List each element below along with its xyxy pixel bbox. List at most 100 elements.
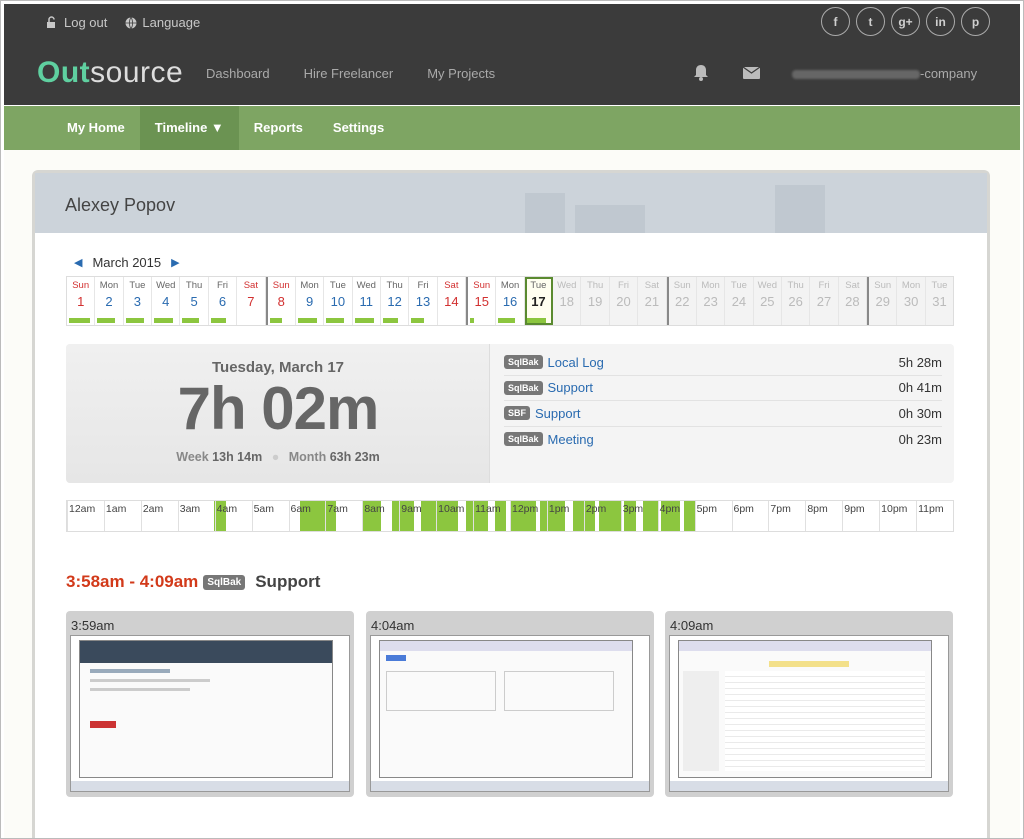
calendar-day[interactable]: Tue 24 (725, 277, 754, 325)
thumbnail-window (379, 640, 633, 778)
tab-settings[interactable]: Settings (318, 106, 399, 150)
next-month-icon[interactable]: ▶ (171, 256, 179, 269)
thumbnail-taskbar (371, 781, 649, 791)
activity-row: SBF Support 0h 30m (504, 401, 942, 427)
calendar-day[interactable]: Mon 30 (897, 277, 926, 325)
tab-reports[interactable]: Reports (239, 106, 318, 150)
thumbnail-taskbar (71, 781, 349, 791)
hourly-timeline[interactable]: 12am 1am 2am 3am 4am 5am 6am 7am 8am 9am 10am 11am 1… (66, 500, 954, 532)
language-link[interactable]: Language (125, 15, 200, 30)
calendar-day[interactable]: Tue 31 (925, 277, 954, 325)
facebook-icon[interactable]: f (821, 7, 850, 36)
calendar-day-name: Sun (72, 280, 90, 291)
card-header: Alexey Popov (35, 173, 987, 233)
skyline-decoration (525, 193, 565, 233)
screenshot-card[interactable]: 3:59am (66, 611, 354, 797)
calendar-day[interactable]: Tue 3 (124, 277, 153, 325)
calendar-day[interactable]: Mon 23 (696, 277, 726, 325)
calendar-day[interactable]: Sun 29 (867, 277, 898, 325)
thumbnail-header (380, 641, 632, 651)
calendar-day-name: Tue (329, 280, 346, 291)
bell-icon[interactable] (693, 64, 709, 81)
activity-row: SqlBak Meeting 0h 23m (504, 427, 942, 453)
activity-segment[interactable] (683, 501, 695, 531)
calendar-day[interactable]: Sat 7 (237, 277, 266, 325)
logout-link[interactable]: Log out (46, 15, 107, 30)
activity-time: 5h 28m (898, 354, 942, 370)
calendar-day[interactable]: Mon 9 (296, 277, 325, 325)
company-account[interactable]: -company (792, 66, 977, 81)
hour-tick (251, 501, 253, 531)
calendar-day[interactable]: Fri 13 (409, 277, 438, 325)
tab-timeline[interactable]: Timeline ▼ (139, 106, 239, 158)
thumbnail-list (725, 671, 925, 771)
calendar-day[interactable]: Mon 2 (95, 277, 124, 325)
calendar-day-name: Wed (557, 280, 577, 291)
screenshot-thumbnail[interactable] (370, 635, 650, 792)
hour-tick (768, 501, 770, 531)
calendar-day[interactable]: Sun 22 (666, 277, 697, 325)
hour-tick (103, 501, 105, 531)
calendar-day[interactable]: Sun 15 (466, 277, 497, 325)
activity-row: SqlBak Support 0h 41m (504, 376, 942, 401)
activity-segment[interactable] (642, 501, 658, 531)
calendar-day[interactable]: Tue 10 (324, 277, 353, 325)
calendar-day[interactable]: Sat 14 (438, 277, 467, 325)
calendar-day[interactable]: Sat 21 (638, 277, 667, 325)
prev-month-icon[interactable]: ◀ (74, 256, 82, 269)
calendar-day[interactable]: Sun 1 (67, 277, 96, 325)
calendar-day[interactable]: Sun 8 (265, 277, 296, 325)
calendar-day-number: 27 (816, 294, 832, 309)
calendar-day-name: Thu (787, 280, 804, 291)
mail-icon[interactable] (743, 67, 760, 79)
screenshot-thumbnail[interactable] (669, 635, 949, 792)
skyline-decoration (775, 185, 825, 233)
calendar-day[interactable]: Wed 18 (553, 277, 582, 325)
twitter-icon[interactable]: t (856, 7, 885, 36)
calendar-day[interactable]: Fri 20 (609, 277, 639, 325)
session-activity: Support (255, 572, 321, 591)
calendar-day-name: Sat (845, 280, 860, 291)
calendar-day-activity-bar (411, 318, 424, 323)
calendar-day-name: Mon (99, 280, 119, 291)
screenshot-card[interactable]: 4:09am (665, 611, 953, 797)
calendar-day[interactable]: Wed 4 (152, 277, 181, 325)
activity-link[interactable]: Local Log (548, 355, 604, 370)
screenshot-card[interactable]: 4:04am (366, 611, 654, 797)
calendar-day[interactable]: Sat 28 (838, 277, 868, 325)
calendar-day-number: 16 (502, 294, 518, 309)
logo[interactable]: Outsource (37, 56, 183, 90)
google-plus-icon[interactable]: g+ (891, 7, 920, 36)
calendar-day[interactable]: Thu 19 (581, 277, 610, 325)
main-nav: Dashboard Hire Freelancer My Projects (206, 66, 495, 81)
calendar-day[interactable]: Mon 16 (496, 277, 525, 325)
calendar-day[interactable]: Fri 6 (209, 277, 238, 325)
calendar-day[interactable]: Wed 11 (353, 277, 381, 325)
project-badge: SqlBak (504, 355, 543, 370)
calendar-day[interactable]: Wed 25 (753, 277, 782, 325)
calendar-day[interactable]: Fri 27 (810, 277, 839, 325)
calendar-day[interactable]: Tue 17 (524, 277, 554, 325)
linkedin-icon[interactable]: in (926, 7, 955, 36)
calendar-day-name: Mon (701, 280, 720, 291)
activity-link[interactable]: Support (535, 406, 581, 421)
pinterest-icon[interactable]: p (961, 7, 990, 36)
activity-link[interactable]: Meeting (548, 432, 594, 447)
tab-my-home[interactable]: My Home (52, 106, 140, 150)
thumbnail-text (90, 679, 210, 682)
nav-my-projects[interactable]: My Projects (427, 66, 495, 81)
calendar-day-name: Sat (444, 280, 459, 291)
activity-link[interactable]: Support (548, 380, 594, 395)
calendar-day[interactable]: Thu 5 (180, 277, 209, 325)
calendar-day-number: 1 (77, 294, 85, 309)
hour-label: 4am (216, 503, 238, 515)
calendar-day[interactable]: Thu 12 (381, 277, 410, 325)
hour-label: 6am (290, 503, 311, 515)
nav-hire-freelancer[interactable]: Hire Freelancer (304, 66, 394, 81)
screenshot-thumbnail[interactable] (70, 635, 350, 792)
calendar-day[interactable]: Thu 26 (781, 277, 811, 325)
calendar-day-number: 22 (674, 294, 690, 309)
nav-dashboard[interactable]: Dashboard (206, 66, 270, 81)
hour-label: 2pm (585, 503, 607, 515)
hour-label: 12pm (512, 503, 539, 515)
